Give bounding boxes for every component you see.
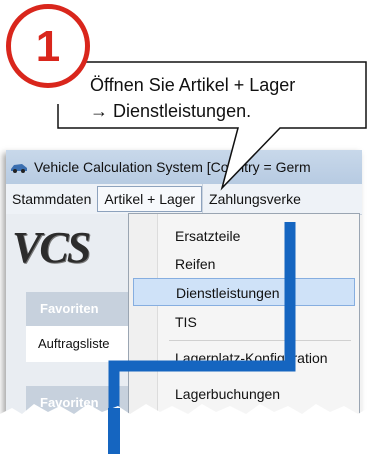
- torn-edge: [0, 404, 376, 454]
